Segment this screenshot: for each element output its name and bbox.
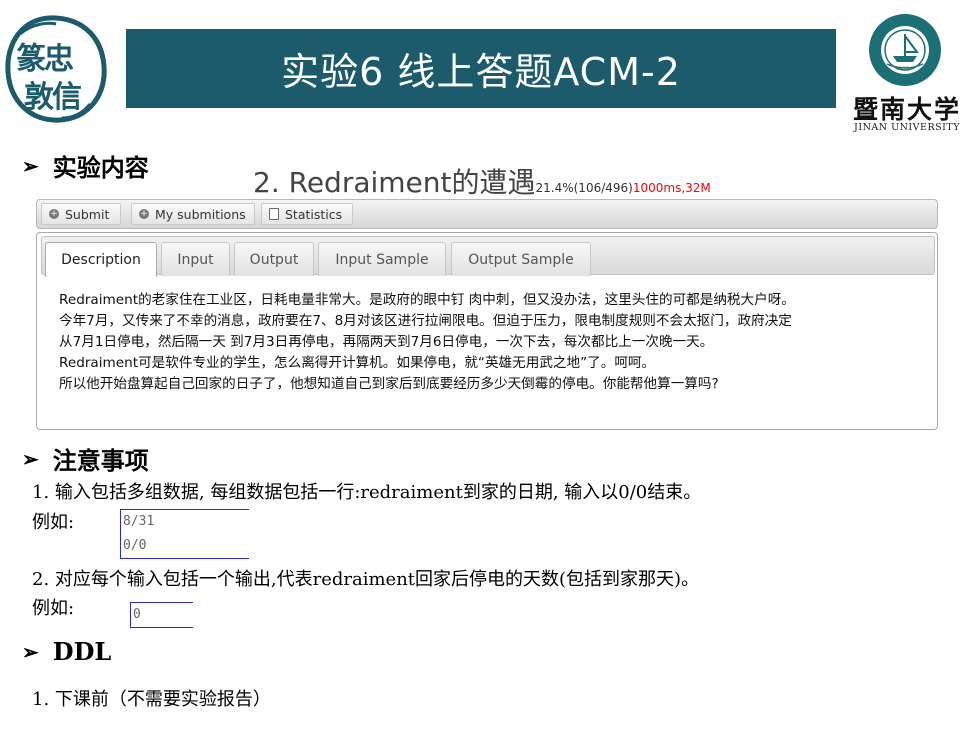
output-example-line: 0 [133,607,141,622]
statistics-button[interactable]: Statistics [261,203,353,225]
tab-input-sample[interactable]: Input Sample [318,242,446,276]
example-label: 例如: [32,598,75,619]
seal-year: 1906 [896,66,909,72]
university-name-en: JINAN UNIVERSITY [854,122,960,133]
section-content: ➢ 实验内容 [22,148,149,183]
section-notes-label: 注意事项 [52,446,149,475]
description-line: Redraiment可是软件专业的学生，怎么离得开计算机。如果停电，就“英雄无用… [59,355,656,371]
description-line: 所以他开始盘算起自己回家的日子了，他想知道自己到家后到底要经历多少天倒霉的停电。… [59,376,719,392]
plus-circle-icon: + [49,209,59,219]
input-example-box: 8/31 0/0 [120,509,249,559]
section-ddl: ➢ DDL [22,637,111,666]
problem-panel: Description Input Output Input Sample Ou… [36,232,938,430]
description-line: 从7月1日停电，然后隔一天 到7月3日再停电，再隔两天到7月6日停电，一次下去，… [59,334,714,350]
problem-accept-rate: 21.4%(106/496) [535,181,633,195]
tab-input[interactable]: Input [161,242,230,276]
arrow-bullet-icon: ➢ [22,446,39,471]
section-notes: ➢ 注意事项 [22,441,149,476]
submit-label: Submit [65,206,110,222]
motto-text-bottom: 敦信 [24,80,82,115]
motto-logo: 篆忠 敦信 [2,14,110,126]
plus-circle-icon: + [139,209,149,219]
tab-output-sample[interactable]: Output Sample [451,242,591,276]
my-submissions-label: My submitions [155,206,246,222]
submit-button[interactable]: + Submit [41,203,121,225]
problem-description: Redraiment的老家住在工业区，日耗电量非常大。是政府的眼中钉 肉中刺，但… [59,290,919,395]
statistics-label: Statistics [285,206,343,222]
input-example-line: 8/31 [123,514,155,529]
section-ddl-label: DDL [52,637,112,666]
tab-output[interactable]: Output [234,242,314,276]
tab-strip: Description Input Output Input Sample Ou… [41,236,935,277]
arrow-bullet-icon: ➢ [22,639,39,664]
ddl-item-1: 1. 下课前（不需要实验报告） [32,689,271,710]
my-submissions-button[interactable]: + My submitions [131,203,255,225]
arrow-bullet-icon: ➢ [22,153,39,178]
description-line: Redraiment的老家住在工业区，日耗电量非常大。是政府的眼中钉 肉中刺，但… [59,292,795,308]
output-example-box: 0 [130,602,193,628]
university-seal-icon [869,14,941,86]
slide-title: 实验6 线上答题ACM-2 [126,29,836,108]
example-label: 例如: [32,512,75,533]
problem-toolbar: + Submit + My submitions Statistics [36,199,938,229]
input-example-line: 0/0 [123,538,147,553]
university-logo: 1906 暨南大学 JINAN UNIVERSITY [853,12,962,133]
page-icon [269,208,279,220]
problem-limit: 1000ms,32M [632,181,711,195]
university-name-cn: 暨南大学 [853,95,962,124]
note-item-1: 1. 输入包括多组数据, 每组数据包括一行:redraiment到家的日期, 输… [32,482,702,503]
problem-title-row: 2. Redraiment的遭遇21.4%(106/496)1000ms,32M [253,161,711,201]
tab-description[interactable]: Description [45,242,157,277]
section-content-label: 实验内容 [52,153,149,182]
description-line: 今年7月，又传来了不幸的消息，政府要在7、8月对该区进行拉闸限电。但迫于压力，限… [59,313,792,329]
note-item-2: 2. 对应每个输入包括一个输出,代表redraiment回家后停电的天数(包括到… [32,569,700,590]
problem-title: 2. Redraiment的遭遇 [253,166,536,199]
